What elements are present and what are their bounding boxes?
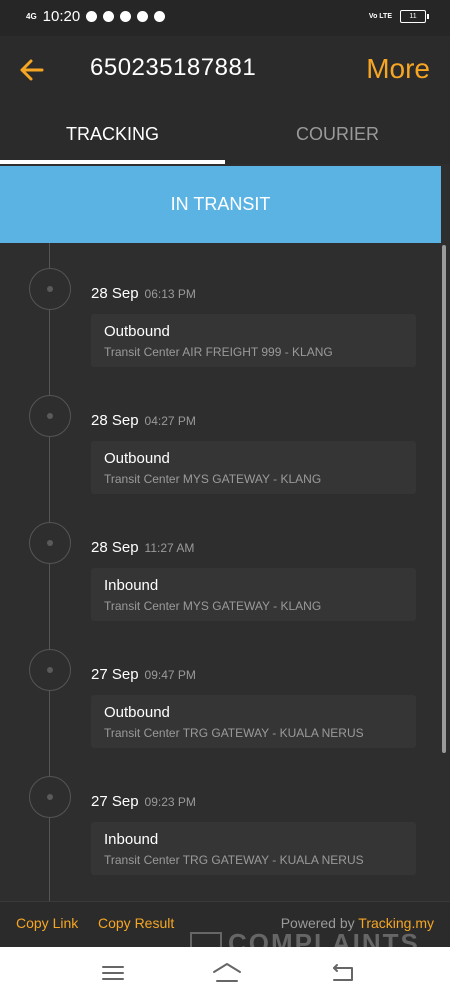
event-location: Transit Center TRG GATEWAY - KUALA NERUS — [104, 726, 364, 740]
network-indicator: 4G — [26, 11, 37, 21]
event-location: Transit Center MYS GATEWAY - KLANG — [104, 599, 322, 613]
tab-courier[interactable]: COURIER — [225, 106, 450, 164]
event-location: Transit Center AIR FREIGHT 999 - KLANG — [104, 345, 333, 359]
event-time: 06:13 PM — [144, 287, 196, 301]
event-type: Outbound — [104, 450, 170, 467]
timeline-event: 28 Sep 11:27 AM Inbound Transit Center MY… — [0, 503, 441, 630]
watermark-text: COMPLAINTS — [228, 928, 420, 948]
event-time: 09:23 PM — [144, 795, 196, 809]
timeline-dot-icon — [29, 522, 71, 564]
event-location: Transit Center MYS GATEWAY - KLANG — [104, 472, 322, 486]
notification-b-icon — [86, 11, 98, 22]
more-button[interactable]: More — [366, 53, 430, 85]
event-type: Outbound — [104, 323, 170, 340]
event-type: Outbound — [104, 704, 170, 721]
event-time: 09:47 PM — [144, 668, 196, 682]
timeline-dot-icon — [29, 268, 71, 310]
watermark-logo-icon — [190, 932, 222, 948]
event-card: Inbound Transit Center MYS GATEWAY - KLA… — [91, 568, 416, 621]
event-datetime: 28 Sep 11:27 AM — [91, 539, 194, 556]
status-left: 4G 10:20 — [26, 8, 166, 25]
event-type: Inbound — [104, 577, 159, 594]
status-time: 10:20 — [42, 8, 81, 25]
event-date: 28 Sep — [91, 412, 139, 429]
watermark: COMPLAINTS — [190, 928, 420, 948]
home-icon[interactable] — [212, 961, 241, 985]
event-date: 28 Sep — [91, 285, 139, 302]
timeline-dot-icon — [29, 395, 71, 437]
event-card: Outbound Transit Center TRG GATEWAY - KU… — [91, 695, 416, 748]
status-bar: 4G 10:20 Vo LTE 11 — [0, 0, 450, 36]
app-header: 650235187881 More — [0, 36, 450, 106]
event-date: 27 Sep — [91, 793, 139, 810]
compass-icon — [137, 11, 149, 22]
copy-result-button[interactable]: Copy Result — [98, 915, 174, 931]
event-datetime: 27 Sep 09:23 PM — [91, 793, 196, 810]
menu-icon[interactable] — [100, 961, 126, 985]
timeline-dot-icon — [29, 649, 71, 691]
shopee-icon — [154, 11, 166, 22]
event-date: 27 Sep — [91, 666, 139, 683]
system-nav-bar — [0, 947, 450, 1000]
event-card: Outbound Transit Center MYS GATEWAY - KL… — [91, 441, 416, 494]
event-location: Transit Center TRG GATEWAY - KUALA NERUS — [104, 853, 364, 867]
status-right: Vo LTE 11 — [368, 10, 429, 23]
event-datetime: 28 Sep 04:27 PM — [91, 412, 196, 429]
tab-indicator — [0, 160, 225, 164]
timeline-event: 28 Sep 04:27 PM Outbound Transit Center M… — [0, 376, 441, 503]
timeline-event: 28 Sep 06:13 PM Outbound Transit Center A… — [0, 249, 441, 376]
tracking-number: 650235187881 — [90, 54, 257, 81]
tab-tracking[interactable]: TRACKING — [0, 106, 225, 164]
event-time: 04:27 PM — [144, 414, 196, 428]
event-type: Inbound — [104, 831, 159, 848]
scrollbar[interactable] — [442, 245, 446, 753]
event-card: Inbound Transit Center TRG GATEWAY - KUA… — [91, 822, 416, 875]
volte-indicator: Vo LTE — [368, 13, 392, 20]
copy-link-button[interactable]: Copy Link — [16, 915, 78, 931]
event-datetime: 28 Sep 06:13 PM — [91, 285, 196, 302]
event-datetime: 27 Sep 09:47 PM — [91, 666, 196, 683]
back-arrow-icon[interactable] — [16, 54, 48, 86]
timeline[interactable]: 28 Sep 06:13 PM Outbound Transit Center A… — [0, 243, 441, 901]
telegram-icon — [120, 11, 132, 22]
messenger-icon — [103, 11, 115, 22]
back-icon[interactable] — [330, 961, 356, 985]
timeline-dot-icon — [29, 776, 71, 818]
event-card: Outbound Transit Center AIR FREIGHT 999 … — [91, 314, 416, 367]
status-banner: IN TRANSIT — [0, 166, 441, 243]
timeline-event: 27 Sep 09:23 PM Inbound Transit Center TR… — [0, 757, 441, 884]
event-time: 11:27 AM — [144, 541, 195, 555]
tab-bar: TRACKING COURIER — [0, 106, 450, 164]
timeline-event: 27 Sep 09:47 PM Outbound Transit Center T… — [0, 630, 441, 757]
battery-icon: 11 — [400, 10, 429, 23]
event-date: 28 Sep — [91, 539, 139, 556]
